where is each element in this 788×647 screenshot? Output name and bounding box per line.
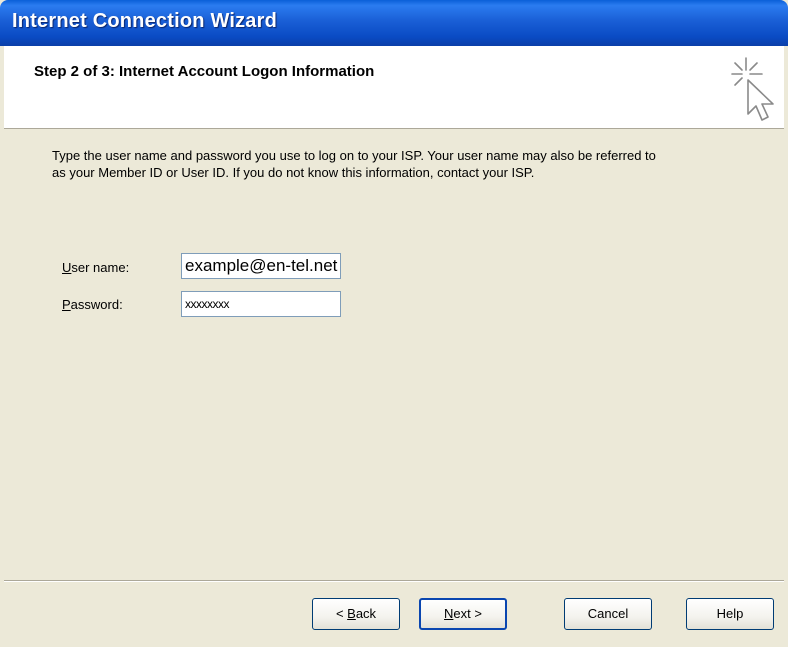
next-button[interactable]: Next > [419, 598, 507, 630]
cancel-button[interactable]: Cancel [564, 598, 652, 630]
password-label: Password: [62, 297, 123, 312]
username-label-rest: ser name: [71, 260, 130, 275]
password-label-rest: assword: [70, 297, 123, 312]
window-title: Internet Connection Wizard [12, 10, 278, 32]
username-label: User name: [62, 260, 129, 275]
back-button-accel: B [347, 606, 356, 621]
footer-separator [4, 580, 784, 582]
wizard-header: Step 2 of 3: Internet Account Logon Info… [4, 46, 784, 129]
next-button-accel: N [444, 606, 454, 621]
step-title: Step 2 of 3: Internet Account Logon Info… [34, 63, 375, 80]
intro-text: Type the user name and password you use … [52, 148, 656, 180]
password-field[interactable]: xxxxxxxx [181, 291, 341, 317]
next-button-rest: ext > [453, 606, 482, 621]
username-label-accel: U [62, 260, 72, 275]
back-button-rest: ack [355, 606, 377, 621]
wizard-window: Internet Connection Wizard Step 2 of 3: … [0, 0, 788, 647]
password-label-accel: P [62, 297, 71, 312]
wizard-cursor-sparkle-icon [731, 57, 774, 121]
back-button-prefix: < [335, 606, 348, 621]
title-bar[interactable]: Internet Connection Wizard [0, 0, 788, 46]
wizard-content: Type the user name and password you use … [4, 129, 784, 559]
username-field[interactable]: example@en-tel.net [181, 253, 341, 279]
back-button[interactable]: < Back [312, 598, 400, 630]
help-button[interactable]: Help [686, 598, 774, 630]
